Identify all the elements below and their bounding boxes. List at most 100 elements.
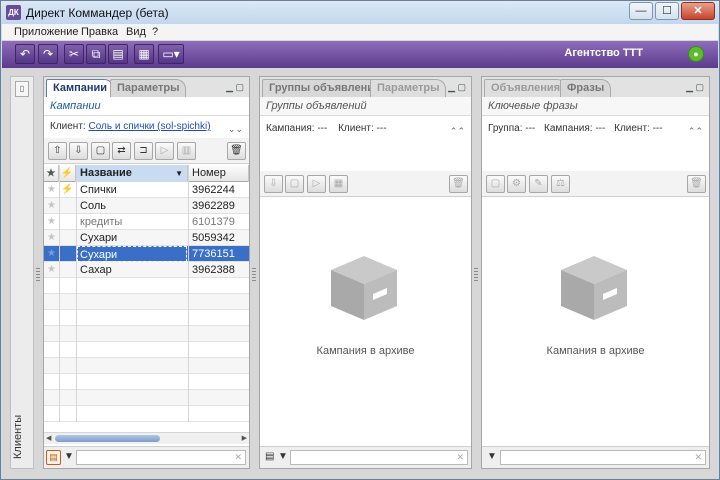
redo-icon[interactable]: ↷ [38,44,58,64]
copy-icon[interactable]: ⧉ [86,44,106,64]
groups-filter-input[interactable]: ✕ [290,450,468,465]
collapse-icon[interactable]: ⌄⌄ [228,121,243,137]
star-icon[interactable]: ★ [44,262,59,278]
clients-label[interactable]: Клиенты [12,407,32,467]
agency-name: Агентство ТТТ [564,47,643,59]
app-icon: ДК [6,5,21,20]
undo-icon[interactable]: ↶ [15,44,35,64]
tab-phrases[interactable]: Фразы [560,79,612,97]
campaign-name: Спички [80,184,117,196]
campaign-label: Кампания: --- [266,123,328,134]
new-group-icon[interactable]: ▢ [285,175,304,193]
tab-campaigns[interactable]: Кампании [46,79,115,97]
star-column-icon[interactable]: ★ [44,165,59,182]
campaigns-actions: ⇧ ⇩ ▢ ⇄ ⊐ ▷ ▥ 🗑 [44,138,249,164]
campaign-name: Соль [80,200,106,212]
workspace: ▯ Клиенты Кампании Параметры ▁ ▢ Кампани… [2,68,718,479]
star-icon[interactable]: ★ [44,246,59,262]
cut-icon[interactable]: ✂ [64,44,84,64]
tab-ad-groups[interactable]: Группы объявлений [262,79,388,97]
table-row-selected[interactable]: ★ Сухари 7736151 [44,246,249,262]
table-row-empty [44,406,249,422]
filter-icon[interactable]: ▼ [64,451,74,462]
stop-icon[interactable]: ⊐ [134,142,153,160]
clear-icon[interactable]: ✕ [234,452,242,463]
tab-ads[interactable]: Объявления [484,79,568,97]
filter-icon[interactable]: ▼ [278,451,288,462]
connection-status-icon[interactable]: ● [688,46,704,62]
delete-icon[interactable]: 🗑 [687,175,706,193]
menu-edit[interactable]: Правка [81,26,118,38]
menu-view[interactable]: Вид [126,26,146,38]
table-row[interactable]: ★ Соль 3962289 [44,198,249,214]
table-icon[interactable]: ▦ [329,175,348,193]
scroll-left-icon[interactable]: ◀ [46,434,51,442]
clear-icon[interactable]: ✕ [694,452,702,463]
filter-icon[interactable]: ▼ [487,451,497,462]
copy-campaign-icon[interactable]: ⇄ [112,142,131,160]
download-icon[interactable]: ⇩ [264,175,283,193]
table-row[interactable]: ★ кредиты 6101379 [44,214,249,230]
resume-icon[interactable]: ▷ [307,175,326,193]
wordstat-icon[interactable]: ⚙ [507,175,526,193]
collapse-icon[interactable]: ⌃⌃ [688,123,703,139]
star-icon[interactable]: ★ [44,230,59,246]
splitter-handle[interactable] [252,268,256,282]
view-dropdown-icon[interactable]: ▭▾ [158,44,184,64]
campaigns-filter-input[interactable]: ✕ [76,450,246,465]
maximize-button[interactable]: ☐ [655,2,679,20]
edit-icon[interactable]: ✎ [529,175,548,193]
archive-filter-icon[interactable]: ▤ [46,450,61,465]
column-name[interactable]: Название ▼ [76,165,188,182]
delete-icon[interactable]: 🗑 [449,175,468,193]
paste-icon[interactable]: ▤ [108,44,128,64]
table-view-icon[interactable]: ▤ [265,451,274,462]
pin-icon[interactable]: ▯ [15,81,29,97]
lightning-column-icon[interactable]: ⚡ [59,165,76,182]
splitter-handle[interactable] [36,268,40,282]
groups-filter-bar: ▤ ▼ ✕ [260,446,471,468]
panel-controls-icon[interactable]: ▁ ▢ [686,82,704,93]
menu-help[interactable]: ? [152,26,158,38]
table-row[interactable]: ★ ⚡ Спички 3962244 [44,182,249,198]
menu-app[interactable]: Приложение [14,26,79,38]
table-row-empty [44,310,249,326]
star-icon[interactable]: ★ [44,214,59,230]
ads-tab-row: Объявления Фразы ▁ ▢ [482,77,709,97]
new-campaign-icon[interactable]: ▢ [91,142,110,160]
stats-icon[interactable]: ▥ [177,142,196,160]
client-link[interactable]: Соль и спички (sol-spichki) [88,121,210,132]
bid-icon[interactable]: ⚖ [551,175,570,193]
tab-parameters[interactable]: Параметры [110,79,187,97]
app-window: ДК Директ Коммандер (бета) — ☐ ✕ Приложе… [0,0,720,480]
table-row[interactable]: ★ Сухари 5059342 [44,230,249,246]
clear-icon[interactable]: ✕ [456,452,464,463]
delete-icon[interactable]: 🗑 [227,142,246,160]
scroll-thumb[interactable] [55,435,160,442]
table-row[interactable]: ★ Сахар 3962388 [44,262,249,278]
star-icon[interactable]: ★ [44,198,59,214]
column-number[interactable]: Номер [188,165,249,182]
resume-icon[interactable]: ▷ [155,142,174,160]
star-icon[interactable]: ★ [44,182,59,198]
close-button[interactable]: ✕ [681,2,715,20]
minimize-button[interactable]: — [629,2,653,20]
clients-sidebar[interactable]: ▯ Клиенты [10,76,34,469]
ads-filter-input[interactable]: ✕ [500,450,706,465]
panel-controls-icon[interactable]: ▁ ▢ [448,82,466,93]
panel-controls-icon[interactable]: ▁ ▢ [226,82,244,93]
ads-filter-bar: ▼ ✕ [482,446,709,468]
splitter-handle[interactable] [474,268,478,282]
download-icon[interactable]: ⇩ [69,142,88,160]
archive-message: Кампания в архиве [316,345,415,357]
table-row-empty [44,294,249,310]
new-phrase-icon[interactable]: ▢ [486,175,505,193]
tab-parameters[interactable]: Параметры [370,79,447,97]
campaign-number: 5059342 [192,232,235,244]
table-icon[interactable]: ▦ [134,44,154,64]
archive-box-icon [331,256,397,320]
horizontal-scrollbar[interactable]: ◀ ▶ [44,432,249,444]
collapse-icon[interactable]: ⌃⌃ [450,123,465,139]
upload-icon[interactable]: ⇧ [48,142,67,160]
scroll-right-icon[interactable]: ▶ [242,434,247,442]
